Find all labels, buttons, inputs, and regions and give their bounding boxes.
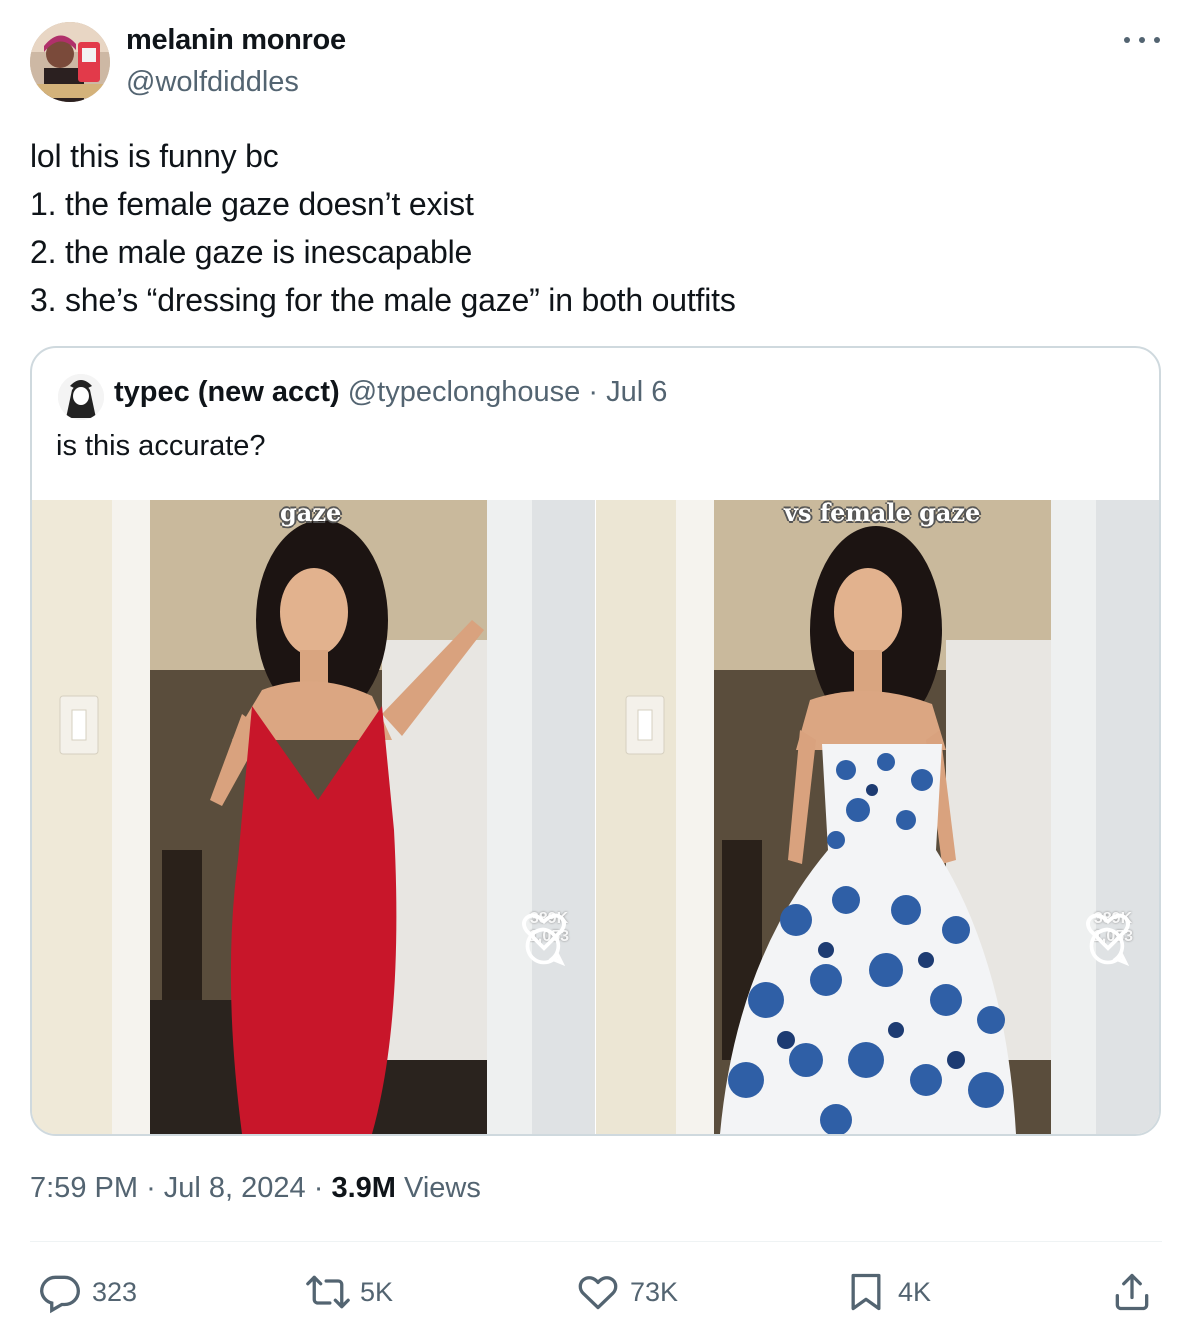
quoted-author-handle[interactable]: @typeclonghouse bbox=[348, 376, 581, 408]
video-overlay-stats: 389K 1,053 bbox=[1085, 910, 1141, 966]
reply-count: 323 bbox=[92, 1276, 138, 1307]
bookmark-button[interactable]: 4K bbox=[844, 1266, 931, 1318]
divider bbox=[30, 1241, 1162, 1242]
bookmark-icon bbox=[851, 1273, 881, 1311]
video-overlay-stats: 389K 1,053 bbox=[521, 910, 577, 966]
quoted-author-meta: typec (new acct) @typeclonghouse · Jul 6 bbox=[114, 376, 667, 409]
tweet-line: 3. she’s “dressing for the male gaze” in… bbox=[30, 282, 736, 318]
repost-count: 5K bbox=[360, 1276, 394, 1307]
like-button[interactable]: 73K bbox=[576, 1266, 678, 1318]
tweet-header: melanin monroe @wolfdiddles bbox=[30, 22, 1160, 104]
author-avatar[interactable] bbox=[30, 22, 110, 102]
reply-button[interactable]: 323 bbox=[38, 1266, 137, 1318]
action-bar: 323 5K 73K 4K bbox=[38, 1266, 1158, 1318]
author-handle[interactable]: @wolfdiddles bbox=[126, 66, 299, 99]
like-count: 73K bbox=[630, 1276, 679, 1307]
heart-icon bbox=[578, 1276, 618, 1310]
comment-icon bbox=[525, 927, 565, 966]
meta-separator: · bbox=[146, 1172, 156, 1204]
tweet-date[interactable]: Jul 8, 2024 bbox=[164, 1172, 306, 1204]
quoted-author-name[interactable]: typec (new acct) bbox=[114, 376, 340, 408]
repost-button[interactable]: 5K bbox=[306, 1266, 393, 1318]
quoted-media[interactable]: gaze 389K 1,053 vs female gaze 389K 1,05… bbox=[32, 500, 1159, 1134]
bookmark-count: 4K bbox=[898, 1276, 932, 1307]
media-caption: gaze bbox=[280, 500, 342, 527]
more-options-icon[interactable] bbox=[1124, 30, 1160, 50]
author-name[interactable]: melanin monroe bbox=[126, 24, 346, 57]
repost-icon bbox=[306, 1275, 350, 1309]
tweet-line: 2. the male gaze is inescapable bbox=[30, 234, 473, 270]
quoted-text: is this accurate? bbox=[56, 430, 266, 462]
media-image-1[interactable]: gaze 389K 1,053 bbox=[32, 500, 595, 1134]
media-caption: vs female gaze bbox=[784, 500, 981, 527]
meta-separator: · bbox=[313, 1172, 324, 1204]
reply-icon bbox=[40, 1275, 80, 1314]
quoted-date[interactable]: Jul 6 bbox=[606, 376, 667, 408]
tweet-timestamp: 7:59 PM · Jul 8, 2024 · 3.9M Views bbox=[30, 1172, 481, 1205]
comment-icon bbox=[1089, 927, 1129, 966]
share-icon bbox=[1115, 1273, 1149, 1311]
views-label: Views bbox=[404, 1172, 481, 1204]
tweet-text: lol this is funny bc 1. the female gaze … bbox=[30, 132, 1160, 324]
share-button[interactable] bbox=[1110, 1266, 1164, 1318]
meta-separator: · bbox=[588, 376, 599, 408]
quoted-tweet[interactable]: typec (new acct) @typeclonghouse · Jul 6… bbox=[30, 346, 1161, 1136]
tweet-line: lol this is funny bc bbox=[30, 138, 279, 174]
views-count: 3.9M bbox=[331, 1172, 396, 1204]
tweet-time[interactable]: 7:59 PM bbox=[30, 1172, 138, 1204]
media-image-2[interactable]: vs female gaze 389K 1,053 bbox=[596, 500, 1159, 1134]
quoted-author-avatar bbox=[58, 374, 104, 420]
tweet-line: 1. the female gaze doesn’t exist bbox=[30, 186, 474, 222]
